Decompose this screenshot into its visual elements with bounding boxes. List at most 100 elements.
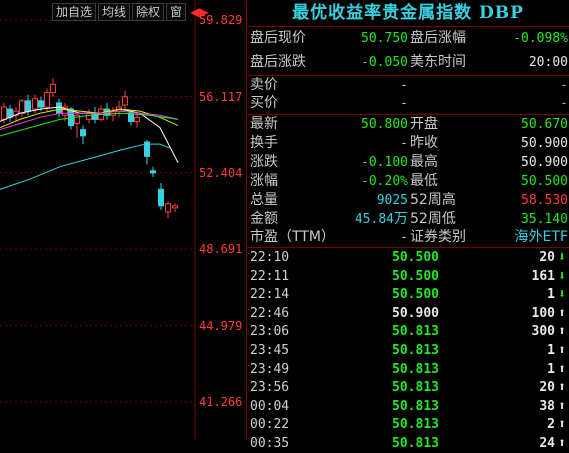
week52-low-value: 35.140: [521, 212, 568, 227]
quote-row-pe: 市盈（TTM） - 证券类别 海外ETF: [247, 228, 569, 247]
candle-body: [44, 92, 50, 108]
amount-value: 45.84: [354, 212, 394, 227]
tick-volume: 24: [539, 436, 555, 451]
high-label: 最高: [410, 154, 438, 170]
tick-row: 00:35 50.813 24 ⬆: [247, 435, 569, 453]
tick-time: 23:06: [250, 324, 290, 340]
change-value: -0.100: [361, 155, 408, 170]
change-label: 涨跌: [250, 154, 278, 170]
volume-value: 9025: [376, 193, 408, 208]
chart-toolbar: 加自选 均线 除权 窗 ◀▶: [52, 3, 211, 21]
tick-price: 50.813: [392, 398, 439, 414]
down-arrow-icon: ⬇: [558, 287, 566, 303]
kline-svg[interactable]: [0, 0, 245, 440]
down-arrow-icon: ⬇: [558, 268, 566, 284]
candle-body: [25, 100, 31, 112]
after-pct-value: -0.098%: [513, 31, 568, 46]
tick-volume: 1: [547, 343, 555, 358]
turnover-value: -: [400, 136, 408, 151]
last-value: 50.800: [361, 117, 408, 132]
quote-row-amount: 金额 45.84 万 52周低 35.140: [247, 210, 569, 229]
page-title: 最优收益率贵金属指数 DBP: [292, 3, 524, 23]
tick-row: 00:04 50.813 38 ⬆: [247, 398, 569, 416]
last-label: 最新: [250, 116, 278, 132]
tick-price: 50.813: [392, 380, 439, 396]
tick-time: 00:04: [250, 398, 290, 414]
us-time-label: 美东时间: [410, 54, 466, 70]
low-label: 最低: [410, 173, 438, 189]
up-arrow-icon: ⬆: [558, 343, 566, 358]
panel-divider: [246, 0, 247, 440]
tick-price: 50.900: [392, 305, 439, 321]
candle-body: [134, 116, 140, 122]
pe-label: 市盈（TTM）: [250, 229, 335, 245]
tick-time: 23:56: [250, 380, 290, 396]
week52-high-value: 58.530: [521, 193, 568, 208]
candle-body: [1, 106, 7, 120]
kline-chart[interactable]: 加自选 均线 除权 窗 ◀▶ 59.829 56.117 52.404 48.6…: [0, 0, 245, 440]
amount-label: 金额: [250, 211, 278, 227]
volume-label: 总量: [250, 192, 278, 208]
sell-label: 卖价: [250, 77, 278, 93]
open-label: 开盘: [410, 116, 438, 132]
week52-low-label: 52周低: [410, 211, 456, 227]
candle-body: [92, 112, 98, 120]
ex-rights-button[interactable]: 除权: [132, 3, 165, 21]
divider: [247, 26, 569, 27]
divider: [247, 247, 569, 248]
quote-row-change: 涨跌 -0.100 最高 50.900: [247, 153, 569, 172]
tick-volume: 1: [547, 287, 555, 303]
up-arrow-icon: ⬆: [558, 361, 566, 377]
buy-label: 买价: [250, 95, 278, 111]
tick-price: 50.813: [392, 417, 439, 433]
tick-price: 50.813: [392, 343, 439, 358]
tick-row: 22:14 50.500 1 ⬇: [247, 286, 569, 304]
up-arrow-icon: ⬆: [558, 417, 566, 433]
week52-high-label: 52周高: [410, 192, 456, 208]
moving-average-button[interactable]: 均线: [98, 3, 131, 21]
candle-body: [158, 188, 164, 207]
tick-row: 23:06 50.813 300 ⬆: [247, 323, 569, 341]
y-tick: 59.829: [199, 13, 243, 27]
tick-row: 22:11 50.500 161 ⬇: [247, 268, 569, 286]
candle-body: [80, 129, 86, 137]
tick-volume: 300: [531, 324, 555, 340]
candle-body: [172, 205, 178, 209]
tick-volume: 20: [539, 380, 555, 396]
candle-body: [150, 170, 156, 174]
tick-row: 23:49 50.813 1 ⬆: [247, 361, 569, 379]
tick-price: 50.500: [392, 268, 439, 284]
high-value: 50.900: [521, 155, 568, 170]
window-button[interactable]: 窗: [166, 3, 187, 21]
tick-time: 23:45: [250, 343, 290, 358]
tick-volume: 161: [531, 268, 555, 284]
open-value: 50.670: [521, 117, 568, 132]
up-arrow-icon: ⬆: [558, 398, 566, 414]
after-chg-label: 盘后涨跌: [250, 54, 306, 70]
prev-close-value: 50.900: [521, 136, 568, 151]
up-arrow-icon: ⬆: [558, 324, 566, 340]
tick-time: 00:35: [250, 436, 290, 451]
add-watchlist-button[interactable]: 加自选: [52, 3, 97, 21]
after-hours-row: 盘后现价 50.750 盘后涨幅 -0.098%: [247, 29, 569, 48]
after-pct-label: 盘后涨幅: [410, 30, 466, 46]
tick-time: 22:11: [250, 268, 290, 284]
tick-row: 23:45 50.813 1 ⬆: [247, 342, 569, 360]
pct-value: -0.20%: [361, 174, 408, 189]
y-tick: 41.266: [199, 395, 243, 409]
tick-time: 00:22: [250, 417, 290, 433]
pct-label: 涨幅: [250, 173, 278, 189]
quote-row-turnover: 换手 - 昨收 50.900: [247, 134, 569, 153]
up-arrow-icon: ⬆: [558, 380, 566, 396]
amount-unit: 万: [394, 211, 408, 227]
after-chg-value: -0.050: [361, 55, 408, 70]
sell-price: -: [400, 78, 408, 93]
down-arrow-icon: ⬇: [558, 250, 566, 265]
tick-time: 23:49: [250, 361, 290, 377]
quote-panel: 最优收益率贵金属指数 DBP 盘后现价 50.750 盘后涨幅 -0.098% …: [247, 0, 569, 451]
buy-price: -: [400, 96, 408, 111]
sell-volume: -: [560, 78, 568, 93]
quote-row-volume: 总量 9025 52周高 58.530: [247, 191, 569, 210]
buy-volume: -: [560, 96, 568, 111]
candle-body: [122, 96, 128, 106]
